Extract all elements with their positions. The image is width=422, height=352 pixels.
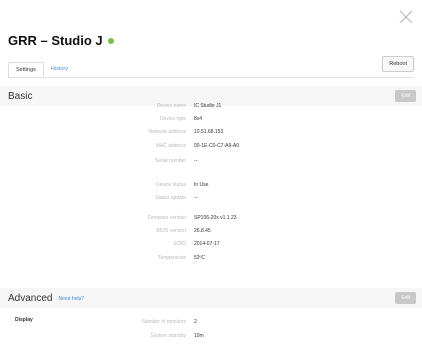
row-system-standby: System standby 10m [0,332,422,340]
row-mac-address: MAC address 00-1E-C0-C7-A9-A0 [0,142,422,150]
row-edid: EDID 2014-07-17 [0,240,422,248]
basic-edit-button[interactable]: Edit [395,90,416,102]
row-temperature: Temperature 52ºC [0,254,422,262]
row-value: 2014-07-17 [194,241,220,247]
tab-divider [8,77,414,78]
row-value: 52ºC [194,255,205,261]
row-value: 8x4 [194,116,203,122]
tab-settings[interactable]: Settings [8,62,44,78]
row-label: Temperature [157,255,186,261]
row-status-update: Status update -- [0,194,422,202]
row-label: EDID [174,241,186,247]
basic-section-title: Basic [8,90,33,102]
row-label: MAC address [155,143,186,149]
dialog-title: GRR – Studio J [8,33,114,48]
reboot-button[interactable]: Reboot [382,56,414,72]
row-value: 00-1E-C0-C7-A9-A0 [194,143,240,149]
row-label: System standby [150,333,186,339]
row-label: Serial number [154,158,186,164]
tab-history[interactable]: History [44,62,75,78]
dialog-title-text: GRR – Studio J [8,33,103,48]
need-help-link[interactable]: Need help? [58,296,84,302]
row-label: Device name [156,103,186,109]
row-network-address: Network address 10.51.68.153 [0,128,422,136]
status-indicator [107,37,114,44]
row-label: BIOS version [156,228,186,234]
row-device-status: Device status In Use [0,181,422,189]
close-button[interactable] [398,9,414,25]
close-icon [399,10,413,24]
row-value: 10.51.68.153 [194,129,224,135]
row-label: Firmware version [147,215,186,221]
row-device-name: Device name IC Studio J1 [0,102,422,110]
row-label: Network address [148,129,186,135]
row-label: Status update [155,195,186,201]
row-value: 2 [194,319,197,325]
row-value: In Use [194,182,209,188]
row-firmware-version: Firmware version SP106-20x v1.1.23 [0,214,422,222]
row-value: IC Studio J1 [194,103,222,109]
row-serial-number: Serial number -- [0,157,422,165]
advanced-edit-button[interactable]: Edit [395,292,416,304]
row-value: -- [194,195,198,201]
row-label: Number of monitors [142,319,186,325]
advanced-section-header: Advanced Need help? Edit [0,288,422,308]
row-device-type: Device type 8x4 [0,115,422,123]
row-value: 10m [194,333,204,339]
row-value: SP106-20x v1.1.23 [194,215,237,221]
advanced-section-title: Advanced [8,292,53,304]
row-label: Device status [155,182,186,188]
row-bios-version: BIOS version 26.8.45 [0,227,422,235]
row-value: 26.8.45 [194,228,211,234]
row-number-of-monitors: Number of monitors 2 [0,318,422,326]
row-label: Device type [159,116,186,122]
row-value: -- [194,158,198,164]
tab-bar: Settings History [8,62,75,78]
